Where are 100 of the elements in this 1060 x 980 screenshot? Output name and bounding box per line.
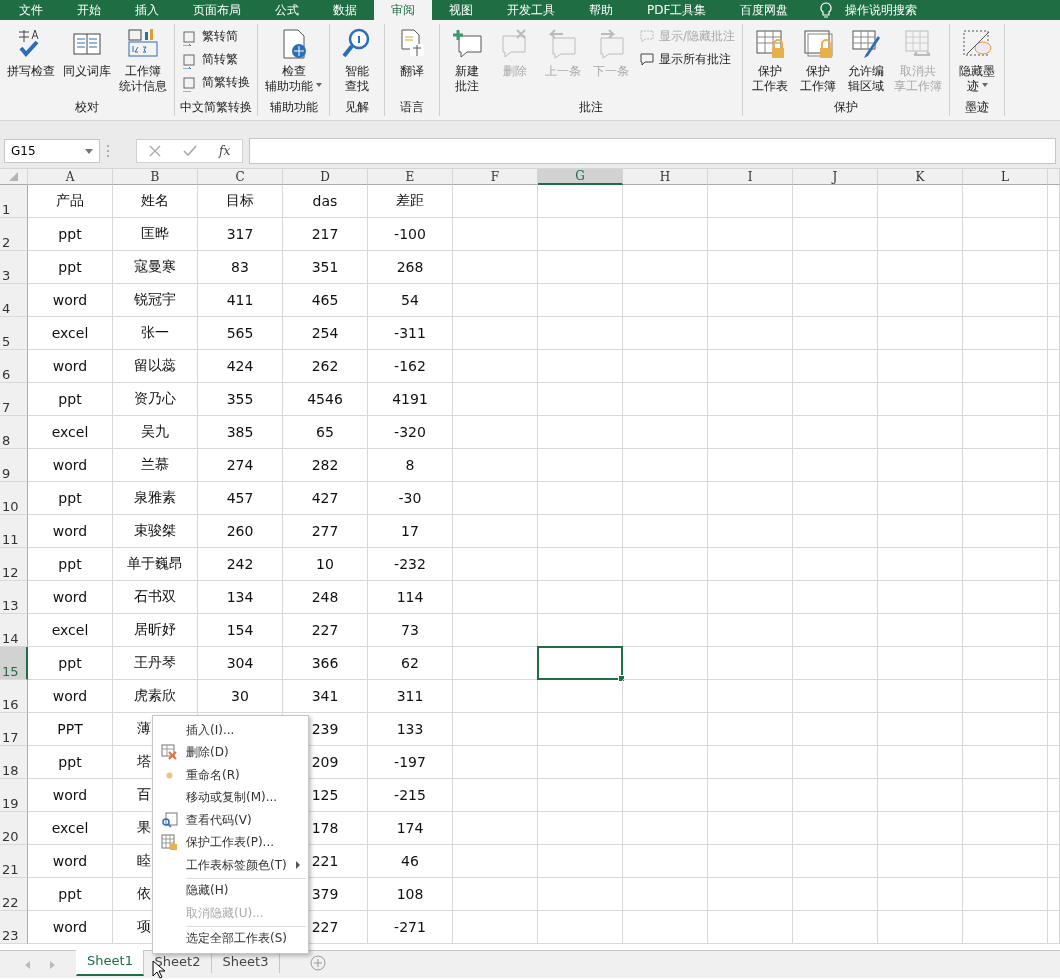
ribbon-button[interactable]: 检查 辅助功能 (262, 24, 325, 99)
column-header[interactable]: J (793, 169, 878, 185)
table-cell: 154 (198, 614, 283, 647)
column-header[interactable]: D (283, 169, 368, 185)
ribbon-button[interactable]: 工作簿 统计信息 (116, 24, 170, 99)
row-header[interactable]: 11 (0, 515, 28, 548)
table-cell: word (28, 845, 113, 878)
grid-cell (1048, 680, 1060, 713)
ribbon-tab[interactable]: 插入 (118, 0, 176, 20)
column-header[interactable]: L (963, 169, 1048, 185)
table-cell: 虎素欣 (113, 680, 198, 713)
ribbon-button[interactable]: 简转繁 (179, 49, 253, 70)
table-cell: 274 (198, 449, 283, 482)
ribbon-button[interactable]: 简繁转换 (179, 72, 253, 93)
row-header[interactable]: 20 (0, 812, 28, 845)
grid-cell (1048, 647, 1060, 680)
ribbon-tab[interactable]: 数据 (316, 0, 374, 20)
table-cell: 泉雅素 (113, 482, 198, 515)
ribbon-tab[interactable]: 百度网盘 (723, 0, 806, 20)
ribbon-button[interactable]: 保护 工作簿 (795, 24, 842, 99)
sheet-tab[interactable]: Sheet1 (76, 950, 144, 976)
column-header[interactable]: G (538, 169, 623, 185)
grid-cell (1048, 614, 1060, 647)
ribbon-tab[interactable]: 公式 (258, 0, 316, 20)
ribbon-tab[interactable]: 视图 (432, 0, 490, 20)
row-header[interactable]: 8 (0, 416, 28, 449)
column-header[interactable]: K (878, 169, 963, 185)
ribbon-tab[interactable]: PDF工具集 (630, 0, 724, 20)
ribbon-button[interactable]: 同义词库 (60, 24, 114, 99)
column-header[interactable]: H (623, 169, 708, 185)
insert-function-button[interactable]: fx (219, 143, 231, 158)
name-box[interactable]: G15 (4, 138, 100, 163)
table-cell: -100 (368, 218, 453, 251)
row-header[interactable]: 15 (0, 647, 28, 680)
ribbon-button[interactable]: 繁转简 (179, 26, 253, 47)
ribbon-tab[interactable]: 帮助 (572, 0, 630, 20)
ribbon-tab[interactable]: 文件 (2, 0, 60, 20)
row-header[interactable]: 17 (0, 713, 28, 746)
row-header[interactable]: 5 (0, 317, 28, 350)
ribbon-icon (802, 28, 835, 60)
ribbon-tab[interactable]: 开发工具 (490, 0, 572, 20)
row-header[interactable]: 14 (0, 614, 28, 647)
table-cell: ppt (28, 251, 113, 284)
table-cell: 10 (283, 548, 368, 581)
ribbon-button[interactable]: 拼写检查 (4, 24, 58, 99)
ribbon-button[interactable]: 保护 工作表 (747, 24, 794, 99)
table-cell: -320 (368, 416, 453, 449)
table-cell: 4191 (368, 383, 453, 416)
formula-input[interactable] (249, 137, 1056, 164)
ribbon-tab[interactable]: 页面布局 (176, 0, 258, 20)
ribbon-button[interactable]: 智能 查找 (334, 24, 380, 99)
table-cell: 83 (198, 251, 283, 284)
table-cell: 吴九 (113, 416, 198, 449)
ribbon-button[interactable]: 隐藏墨 迹 (954, 24, 1001, 99)
row-header[interactable]: 12 (0, 548, 28, 581)
table-cell: 65 (283, 416, 368, 449)
row-header[interactable]: 19 (0, 779, 28, 812)
ribbon-button[interactable]: 新建 批注 (444, 24, 490, 99)
row-header[interactable]: 7 (0, 383, 28, 416)
row-header[interactable]: 1 (0, 185, 28, 218)
row-header[interactable]: 3 (0, 251, 28, 284)
ribbon-tab[interactable]: 审阅 (374, 0, 432, 20)
group-label: 中文简繁转换 (179, 99, 253, 116)
ribbon-icon (547, 28, 579, 60)
table-cell: 317 (198, 218, 283, 251)
table-cell: 565 (198, 317, 283, 350)
row-header[interactable]: 2 (0, 218, 28, 251)
add-sheet-icon[interactable] (310, 955, 326, 971)
selected-cell[interactable] (537, 646, 623, 680)
menu-icon (161, 834, 178, 852)
row-header[interactable]: 6 (0, 350, 28, 383)
row-header[interactable]: 22 (0, 878, 28, 911)
ribbon-tab[interactable]: 开始 (60, 0, 118, 20)
grid-cell (1048, 284, 1060, 317)
row-header[interactable]: 10 (0, 482, 28, 515)
row-header[interactable]: 13 (0, 581, 28, 614)
ribbon-button[interactable]: 翻译 (389, 24, 435, 99)
row-header[interactable]: 16 (0, 680, 28, 713)
ribbon-button[interactable]: 显示所有批注 (636, 49, 739, 70)
table-cell: 282 (283, 449, 368, 482)
column-header[interactable]: A (28, 169, 113, 185)
ribbon-button[interactable]: 允许编 辑区域 (843, 24, 890, 99)
column-header[interactable]: B (113, 169, 198, 185)
column-header[interactable]: I (708, 169, 793, 185)
grid-cell (1048, 812, 1060, 845)
table-cell: 匡晔 (113, 218, 198, 251)
table-cell: 单于巍昂 (113, 548, 198, 581)
column-header[interactable]: C (198, 169, 283, 185)
column-header[interactable] (1048, 169, 1060, 185)
row-header[interactable]: 23 (0, 911, 28, 944)
table-cell: 304 (198, 647, 283, 680)
table-cell: 54 (368, 284, 453, 317)
grid-cell (1048, 317, 1060, 350)
column-header[interactable]: E (368, 169, 453, 185)
row-header[interactable]: 4 (0, 284, 28, 317)
row-header[interactable]: 18 (0, 746, 28, 779)
table-cell: ppt (28, 218, 113, 251)
row-header[interactable]: 9 (0, 449, 28, 482)
row-header[interactable]: 21 (0, 845, 28, 878)
tell-me-field[interactable]: 操作说明搜索 (845, 1, 918, 19)
